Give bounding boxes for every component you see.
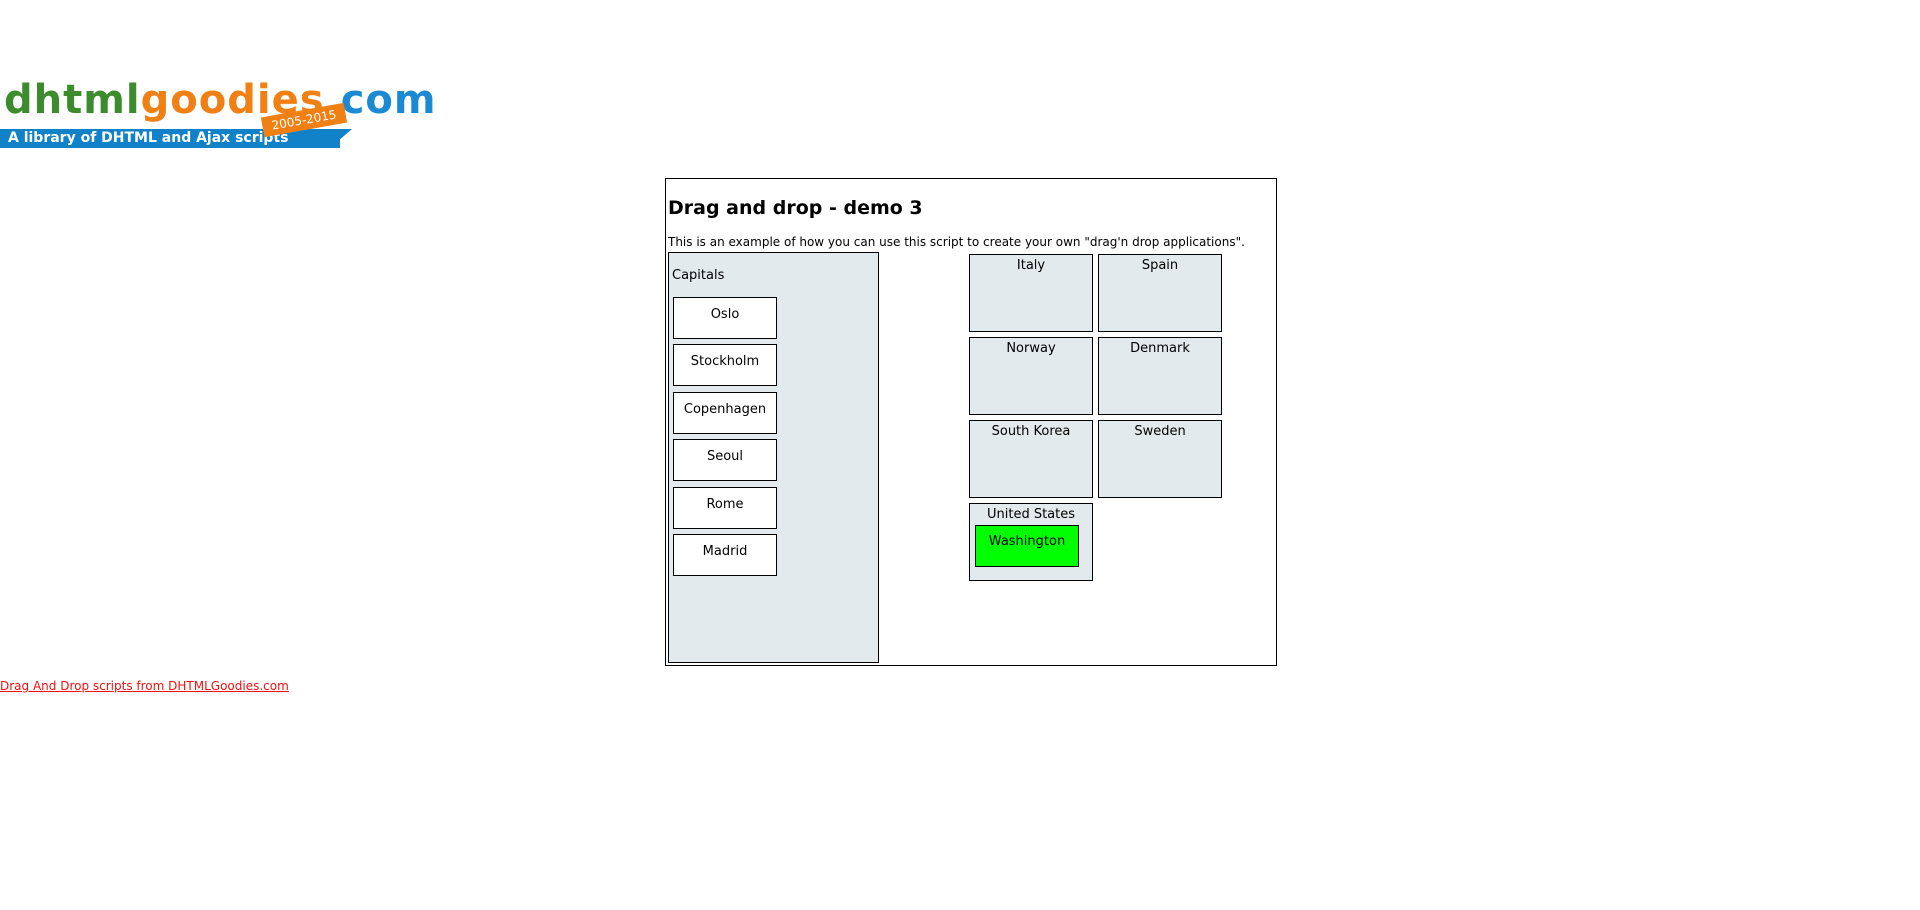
capital-item-rome[interactable]: Rome xyxy=(673,487,777,529)
logo-wordmark: dhtmlgoodies.com xyxy=(4,76,437,124)
capital-item-madrid[interactable]: Madrid xyxy=(673,534,777,576)
country-label: Denmark xyxy=(1130,341,1190,356)
country-box-united-states[interactable]: United States Washington xyxy=(969,503,1093,581)
country-label: South Korea xyxy=(991,424,1071,439)
capital-item-washington[interactable]: Washington xyxy=(975,525,1079,567)
demo-description: This is an example of how you can use th… xyxy=(668,235,1245,249)
country-box-denmark[interactable]: Denmark xyxy=(1098,337,1222,415)
page-title: Drag and drop - demo 3 xyxy=(668,197,923,219)
demo-container: Drag and drop - demo 3 This is an exampl… xyxy=(665,178,1277,666)
country-box-norway[interactable]: Norway xyxy=(969,337,1093,415)
country-label: Spain xyxy=(1141,258,1179,273)
logo-wordmark-dhtml: dhtml xyxy=(4,77,141,123)
capitals-drop-zone[interactable]: Capitals Oslo Stockholm Copenhagen Seoul… xyxy=(668,252,879,663)
capital-item-copenhagen[interactable]: Copenhagen xyxy=(673,392,777,434)
capitals-heading: Capitals xyxy=(672,268,725,283)
country-label: Norway xyxy=(1006,341,1056,356)
logo-tagline: A library of DHTML and Ajax scripts xyxy=(8,130,289,146)
country-box-south-korea[interactable]: South Korea xyxy=(969,420,1093,498)
country-box-sweden[interactable]: Sweden xyxy=(1098,420,1222,498)
capital-item-oslo[interactable]: Oslo xyxy=(673,297,777,339)
country-box-italy[interactable]: Italy xyxy=(969,254,1093,332)
footer-link[interactable]: Drag And Drop scripts from DHTMLGoodies.… xyxy=(0,679,289,693)
capital-item-stockholm[interactable]: Stockholm xyxy=(673,344,777,386)
country-label: United States xyxy=(986,507,1076,522)
capital-item-seoul[interactable]: Seoul xyxy=(673,439,777,481)
country-label: Italy xyxy=(1016,258,1046,273)
country-box-spain[interactable]: Spain xyxy=(1098,254,1222,332)
site-logo[interactable]: dhtmlgoodies.com A library of DHTML and … xyxy=(0,77,436,150)
country-label: Sweden xyxy=(1134,424,1186,439)
logo-tagline-bar-tail xyxy=(330,129,352,148)
